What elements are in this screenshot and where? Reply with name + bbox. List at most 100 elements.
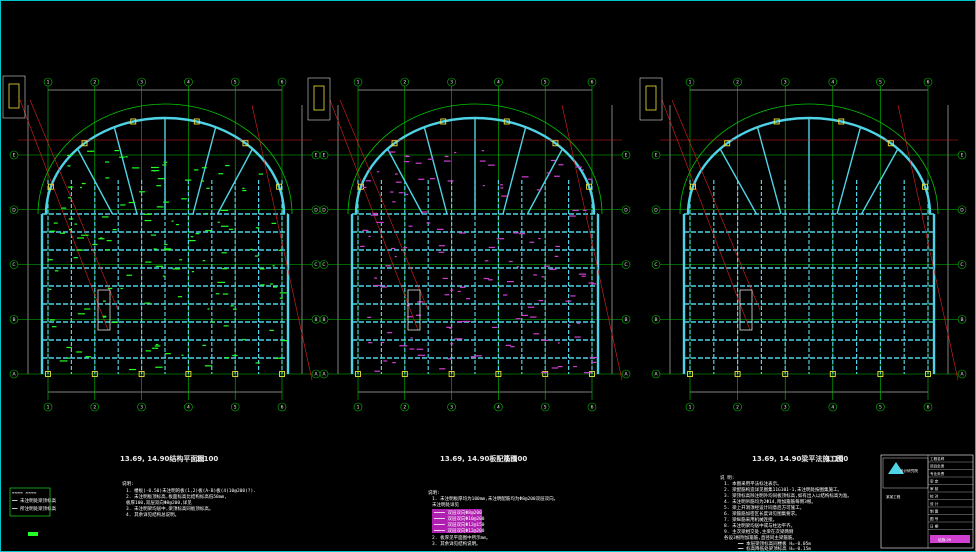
annotation-mark (466, 298, 471, 300)
annotation-mark (529, 316, 537, 318)
annotation-mark (211, 321, 215, 323)
legend-line: ≈≈≈≈ ≈≈≈≈ (12, 491, 37, 496)
annotation-mark (372, 212, 378, 214)
annotation-mark (510, 346, 515, 348)
axis-label: 3 (140, 80, 143, 86)
axis-label: A (960, 372, 964, 378)
annotation-mark (269, 329, 274, 331)
annotation-mark (61, 207, 67, 209)
annotation-mark (200, 180, 205, 182)
annotation-mark (242, 338, 246, 341)
annotation-mark (77, 313, 85, 315)
annotation-mark (513, 232, 519, 234)
annotation-mark (459, 286, 466, 288)
axis-label: C (960, 262, 963, 268)
plan-1: 1 1 2 2 3 3 4 4 5 5 6 6 E E D D C C B B A A (2, 75, 321, 412)
annotation-mark (501, 195, 508, 197)
annotation-mark (488, 164, 495, 166)
radial-rib (719, 148, 758, 215)
annotation-mark (68, 218, 74, 220)
annotation-mark (144, 213, 151, 215)
plan-3-note: 3. 梁顶标高除注明外均同板顶标高,如有出入以结构标高为准。 (724, 492, 852, 499)
plan-1-note: 3. 未注明梁均居中,梁顶标高同板顶标高。 (126, 505, 213, 512)
axis-label: 3 (784, 405, 787, 411)
detail-inset (307, 77, 331, 121)
annotation-mark (120, 287, 123, 290)
annotation-mark (484, 260, 489, 262)
annotation-mark (446, 326, 450, 328)
plan-2-note: 未注明处详见 (432, 501, 459, 508)
annotation-mark (576, 166, 583, 168)
annotation-mark (550, 159, 556, 162)
annotation-mark (447, 358, 452, 360)
annotation-mark (179, 259, 183, 261)
annotation-mark (488, 246, 495, 249)
annotation-mark (73, 257, 79, 259)
annotation-mark (106, 240, 112, 242)
axis-label: 2 (403, 405, 406, 411)
annotation-mark (76, 237, 84, 239)
axis-label: E (323, 153, 326, 159)
annotation-mark (48, 259, 53, 261)
annotation-mark (470, 356, 475, 358)
axis-label: D (654, 207, 658, 213)
annotation-mark (588, 282, 594, 284)
axis-label: B (12, 317, 15, 323)
axis-label: 1 (357, 405, 360, 411)
axis-label: 4 (497, 405, 500, 411)
annotation-mark (483, 277, 490, 280)
plan-3-notes-heading: 说 明: (720, 474, 734, 481)
annotation-mark (163, 161, 168, 163)
annotation-mark (426, 222, 431, 224)
annotation-mark (418, 178, 425, 180)
annotation-mark (394, 173, 398, 175)
cad-drawing-canvas[interactable]: 112233445566E ED DC CB BA A112233445566E ED DC C… (0, 0, 976, 552)
section-line (661, 99, 751, 331)
annotation-mark (204, 365, 213, 367)
axis-label: B (322, 317, 325, 323)
plan-1-title: 13.69, 14.90结构平面图 (120, 454, 204, 463)
annotation-mark (224, 357, 230, 359)
annotation-mark (570, 295, 576, 297)
annotation-mark (519, 233, 526, 235)
plan-3-legend-line: ━━ 标高降低处梁顶标高 H=-0.15m (737, 545, 811, 552)
annotation-mark (399, 345, 408, 347)
axis-label: D (314, 207, 318, 213)
plan-2-note: 1. 未注明板厚均为100mm,未注明配筋均为Φ8@200双层双向。 (432, 495, 558, 502)
axis-label: 3 (450, 80, 453, 86)
annotation-mark (403, 161, 410, 163)
annotation-mark (155, 343, 159, 346)
annotation-mark (546, 172, 551, 174)
annotation-mark (250, 248, 253, 251)
annotation-mark (145, 350, 152, 352)
plan-2-legend-line: 2. 板厚见平面图中所示mm。 (432, 534, 491, 541)
annotation-mark (189, 239, 196, 242)
plan-3-note: 5. 梁上开洞须经设计同意后方可施工。 (724, 504, 804, 511)
annotation-mark (554, 175, 560, 177)
annotation-mark (376, 221, 384, 224)
annotation-mark (181, 198, 187, 200)
annotation-mark (544, 265, 550, 267)
annotation-mark (49, 230, 56, 232)
annotation-mark (205, 230, 212, 232)
annotation-mark (172, 268, 181, 270)
plan-2-legend-line: ━━━━ 双层双向Φ12@150 (433, 521, 485, 528)
annotation-mark (111, 321, 119, 323)
annotation-mark (541, 371, 548, 374)
annotation-mark (496, 238, 505, 240)
annotation-mark (555, 245, 560, 248)
title-block: 设计研究院 某某工程 工程名称项目负责专业负责审 定审 核校 对设 计制 图图 … (880, 454, 974, 549)
axis-label: 1 (47, 80, 50, 86)
annotation-mark (201, 167, 207, 169)
annotation-mark (154, 345, 161, 347)
axis-label: D (322, 207, 326, 213)
annotation-mark (427, 158, 434, 160)
annotation-mark (398, 192, 404, 194)
annotation-mark (409, 348, 415, 350)
axis-label: E (655, 153, 658, 159)
annotation-mark (217, 281, 226, 283)
detail-inset (2, 75, 26, 119)
annotation-mark (503, 294, 508, 296)
annotation-mark (574, 336, 581, 338)
detail-inset (313, 85, 325, 111)
